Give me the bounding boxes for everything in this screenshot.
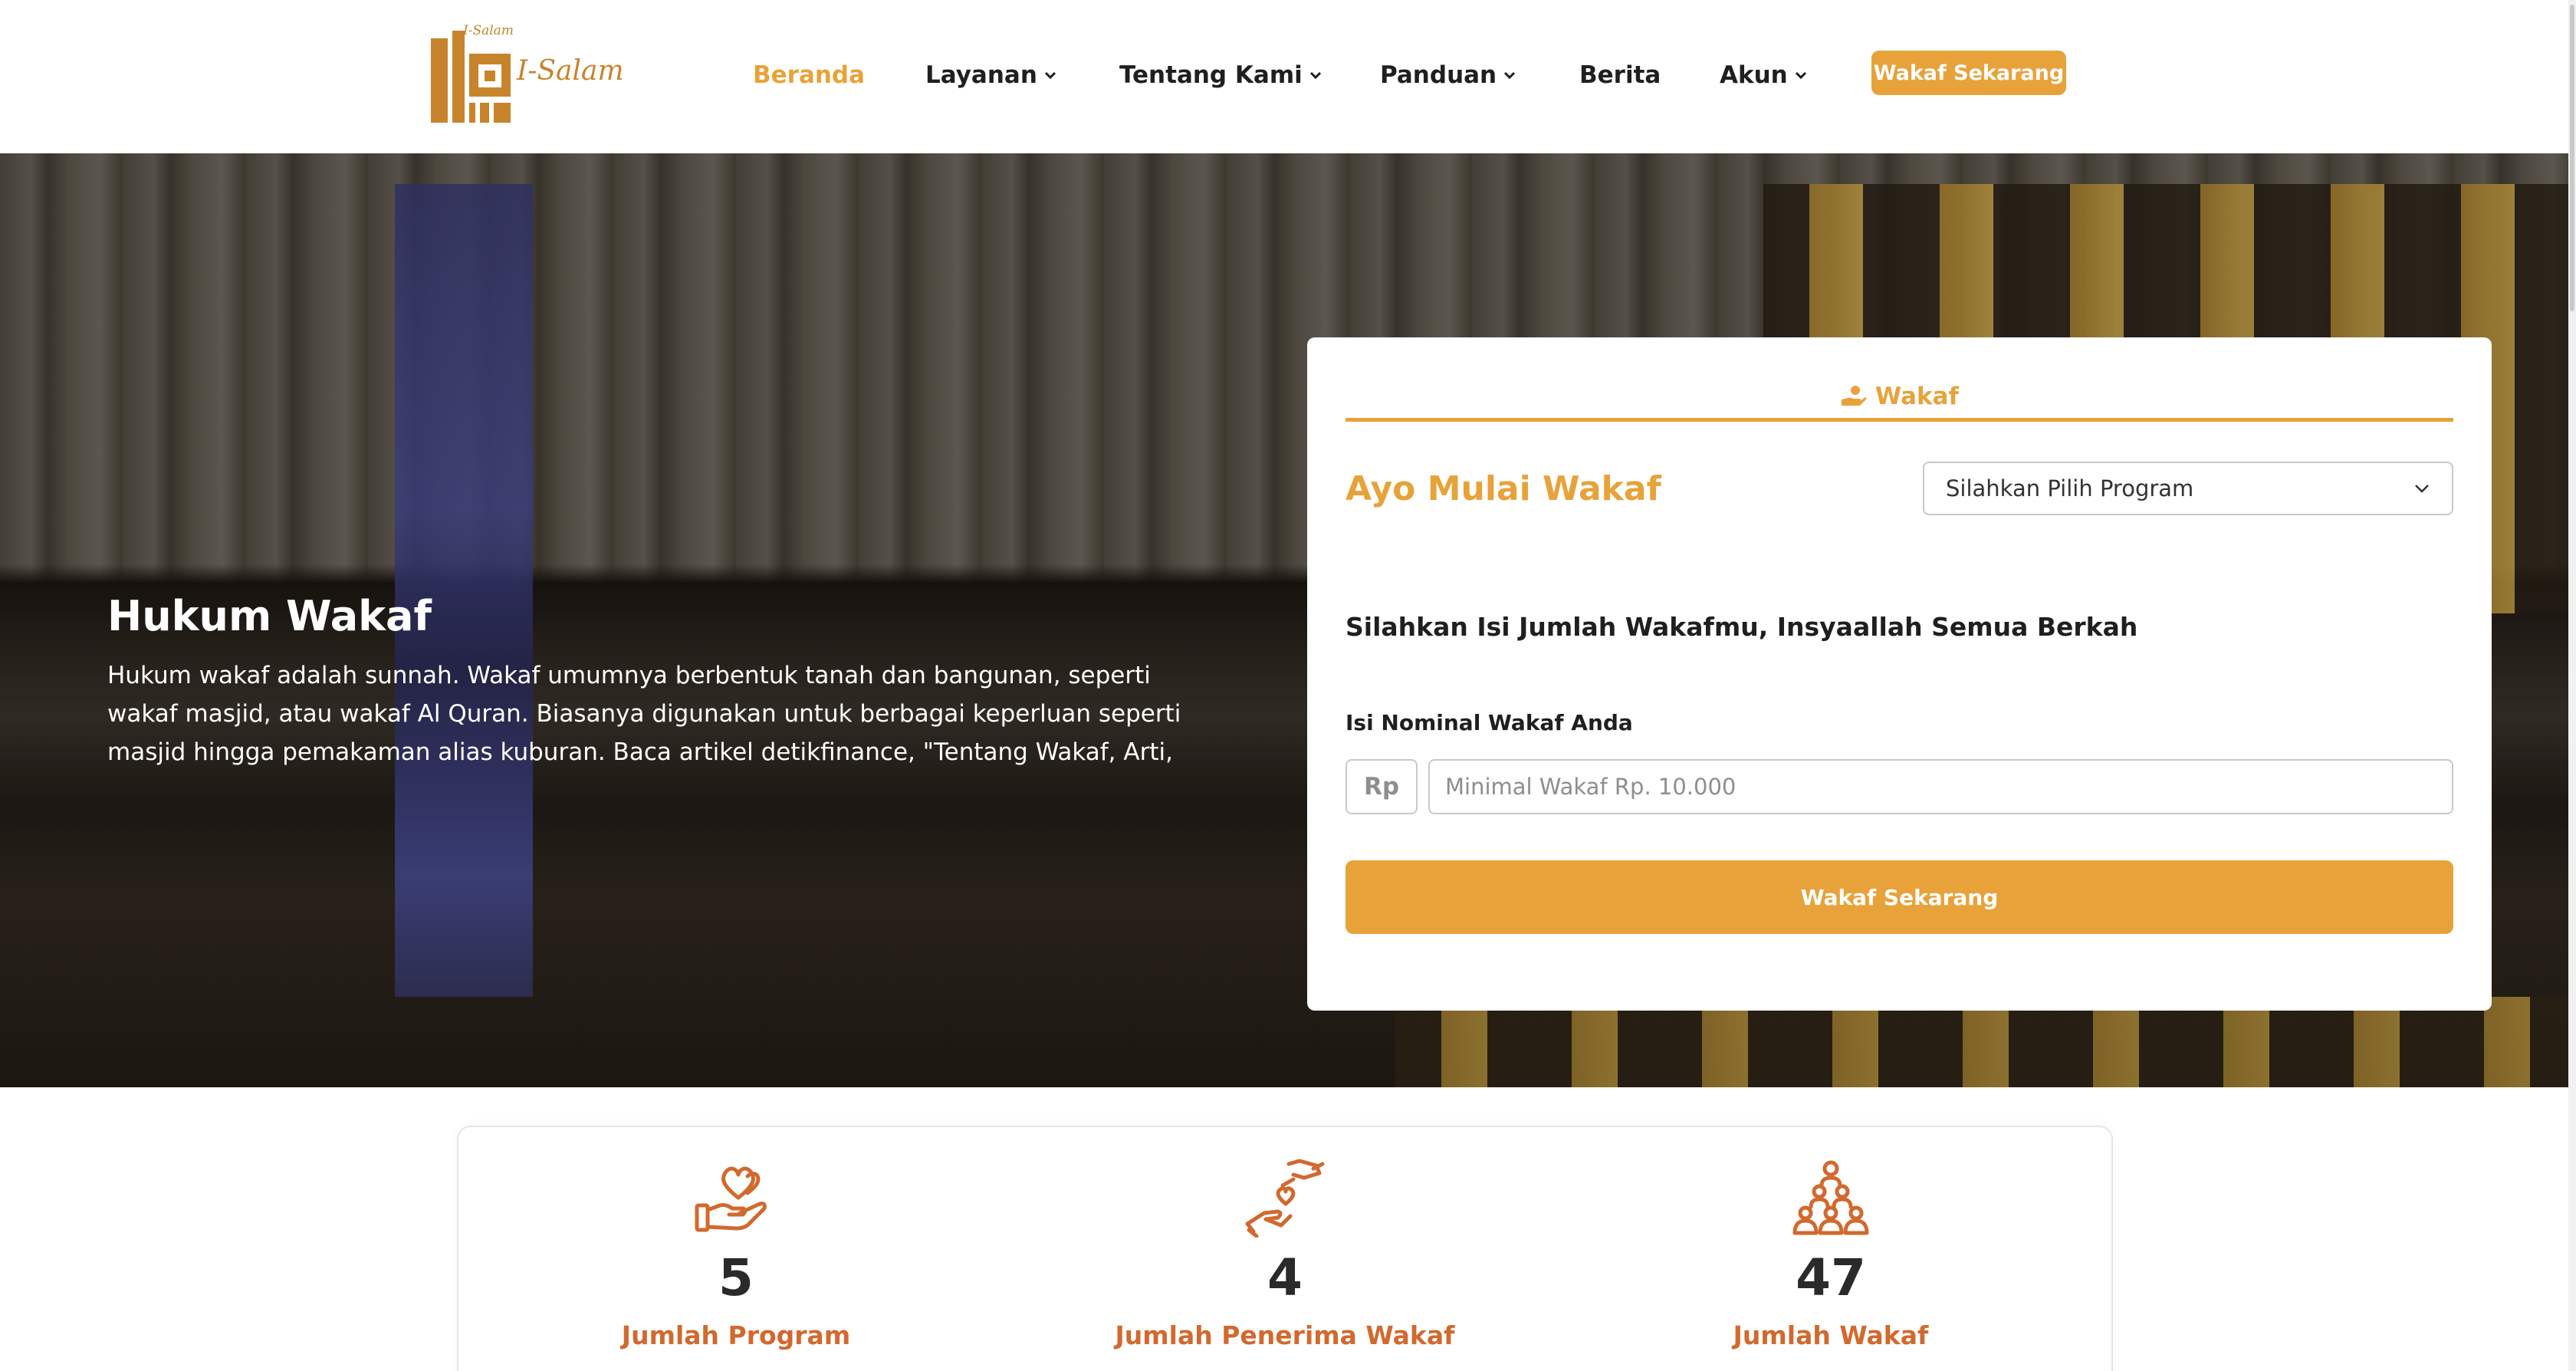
logo-small-text: I-Salam xyxy=(463,23,514,38)
form-subheading: Silahkan Isi Jumlah Wakafmu, Insyaallah … xyxy=(1346,612,2138,642)
wakaf-form-card: Wakaf Ayo Mulai Wakaf Silahkan Pilih Pro… xyxy=(1307,337,2492,1011)
nav-layanan[interactable]: Layanan xyxy=(925,58,1057,92)
site-logo[interactable]: I-Salam I-Salam xyxy=(431,23,624,126)
people-group-icon xyxy=(1792,1160,1869,1235)
form-heading: Ayo Mulai Wakaf xyxy=(1346,469,1661,508)
logo-mark-icon xyxy=(431,31,511,123)
nav-akun[interactable]: Akun xyxy=(1720,58,1808,92)
nav-panduan[interactable]: Panduan xyxy=(1380,58,1516,92)
nav-beranda-label: Beranda xyxy=(753,61,866,89)
nav-berita[interactable]: Berita xyxy=(1579,58,1661,92)
nav-tentang-kami-label: Tentang Kami xyxy=(1119,61,1303,89)
nav-beranda[interactable]: Beranda xyxy=(753,58,865,92)
giving-hands-icon xyxy=(1245,1159,1325,1238)
nav-berita-label: Berita xyxy=(1579,61,1661,89)
chevron-down-icon xyxy=(1044,71,1056,80)
amount-input[interactable] xyxy=(1428,759,2453,814)
nav-tentang-kami[interactable]: Tentang Kami xyxy=(1119,58,1322,92)
stat-value: 5 xyxy=(718,1248,754,1307)
logo-text: I-Salam xyxy=(517,55,624,87)
chevron-down-icon xyxy=(1309,71,1321,80)
stat-label: Jumlah Penerima Wakaf xyxy=(1115,1320,1455,1350)
page-scrollbar-thumb[interactable] xyxy=(2570,5,2574,311)
hero-title: Hukum Wakaf xyxy=(107,592,432,640)
currency-prefix: Rp xyxy=(1346,759,1418,814)
stat-label: Jumlah Wakaf xyxy=(1733,1320,1929,1350)
tab-wakaf-label: Wakaf xyxy=(1875,382,1960,410)
hero-description: Hukum wakaf adalah sunnah. Wakaf umumnya… xyxy=(107,662,1181,766)
stat-value: 4 xyxy=(1267,1248,1303,1307)
tab-wakaf[interactable]: Wakaf xyxy=(1346,374,2453,422)
stat-label: Jumlah Program xyxy=(621,1320,851,1350)
nav-layanan-label: Layanan xyxy=(925,61,1037,89)
stat-jumlah-penerima-wakaf: 4 Jumlah Penerima Wakaf xyxy=(1017,1127,1553,1371)
chevron-down-icon xyxy=(1795,71,1806,80)
stats-panel: 5 Jumlah Program 4 Jumlah Penerima Wakaf xyxy=(457,1126,2113,1371)
heart-hand-icon xyxy=(695,1166,767,1232)
submit-wakaf-button[interactable]: Wakaf Sekarang xyxy=(1346,860,2453,934)
nav-wakaf-sekarang-button[interactable]: Wakaf Sekarang xyxy=(1871,51,2066,95)
stat-jumlah-wakaf: 47 Jumlah Wakaf xyxy=(1562,1127,2099,1371)
chevron-down-icon xyxy=(2415,485,2429,493)
stat-jumlah-program: 5 Jumlah Program xyxy=(468,1127,1004,1371)
hand-holding-icon xyxy=(1841,385,1867,406)
nav-akun-label: Akun xyxy=(1720,61,1788,89)
amount-label: Isi Nominal Wakaf Anda xyxy=(1346,710,1633,735)
stat-value: 47 xyxy=(1796,1248,1866,1307)
chevron-down-icon xyxy=(1504,71,1516,80)
navbar: I-Salam I-Salam Beranda Layanan Tentang … xyxy=(0,0,2576,153)
nav-panduan-label: Panduan xyxy=(1380,61,1497,89)
program-select[interactable]: Silahkan Pilih Program xyxy=(1923,462,2453,515)
program-select-value: Silahkan Pilih Program xyxy=(1946,475,2194,501)
